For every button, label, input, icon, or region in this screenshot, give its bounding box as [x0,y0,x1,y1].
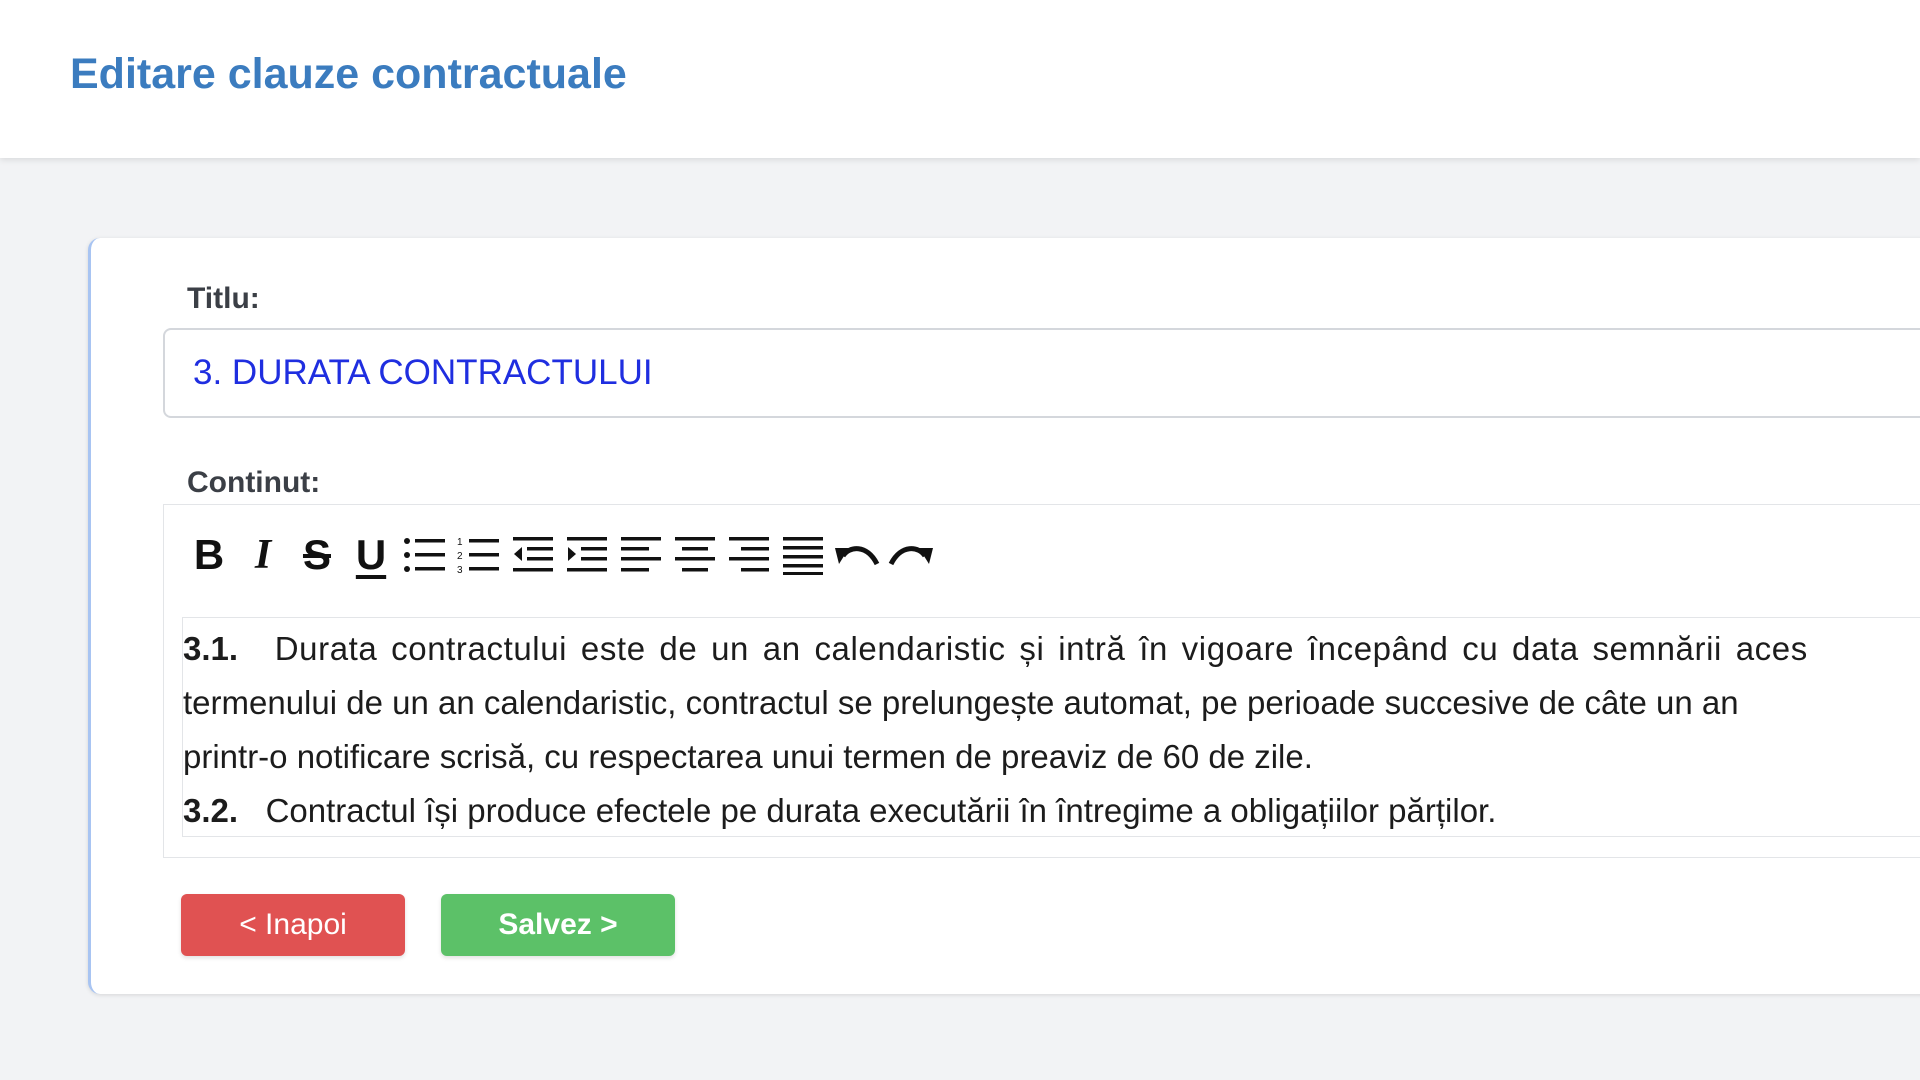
undo-button[interactable] [830,527,884,583]
indent-icon [567,537,607,572]
align-justify-icon [783,537,823,575]
page-title: Editare clauze contractuale [70,50,627,98]
clause-text: printr-o notificare scrisă, cu respectar… [183,738,1313,775]
outdent-icon [513,537,553,572]
strikethrough-button[interactable]: S [290,527,344,583]
back-button[interactable]: < Inapoi [181,894,405,956]
strikethrough-icon: S [302,531,331,578]
clause-text: Contractul își produce efectele pe durat… [265,792,1497,829]
underline-icon: U [355,531,387,578]
save-button[interactable]: Salvez > [441,894,675,956]
numbered-list-button[interactable]: 1 2 3 [452,527,506,583]
undo-icon [835,546,880,566]
italic-button[interactable]: I [236,527,290,583]
bold-icon: B [193,531,225,578]
editor-toolbar: B I S U 1 2 3 [182,527,938,583]
svg-text:1: 1 [457,537,463,548]
content-label: Continut: [187,466,321,499]
align-center-icon [675,537,715,572]
title-label: Titlu: [187,282,260,315]
clause-number: 3.2. [183,792,239,829]
bold-button[interactable]: B [182,527,236,583]
redo-icon [888,546,933,566]
italic-icon: I [254,532,272,578]
editor-line: printr-o notificare scrisă, cu respectar… [183,730,1920,784]
align-justify-button[interactable] [776,527,830,583]
page-header: Editare clauze contractuale [0,0,1920,158]
clause-text: termenului de un an calendaristic, contr… [183,684,1739,721]
align-left-button[interactable] [614,527,668,583]
editor-line: termenului de un an calendaristic, contr… [183,676,1920,730]
indent-button[interactable] [560,527,614,583]
align-left-icon [621,537,661,572]
clause-number: 3.1. [183,630,239,667]
align-right-button[interactable] [722,527,776,583]
svg-text:2: 2 [457,551,463,562]
numbered-list-icon: 1 2 3 [457,537,499,575]
editor-line: 3.1. Durata contractului este de un an c… [183,622,1920,676]
bullet-list-icon [404,538,445,572]
svg-text:3: 3 [457,565,463,575]
underline-button[interactable]: U [344,527,398,583]
align-center-button[interactable] [668,527,722,583]
rich-text-editor: B I S U 1 2 3 3.1. Durata contractului e… [163,504,1920,858]
title-input[interactable] [163,328,1920,418]
bullet-list-button[interactable] [398,527,452,583]
editor-line: 3.2. Contractul își produce efectele pe … [183,784,1920,836]
edit-form-card: Titlu: Continut: B I S U [88,238,1920,994]
align-right-icon [729,537,769,572]
editor-content-area[interactable]: 3.1. Durata contractului este de un an c… [182,617,1920,837]
outdent-button[interactable] [506,527,560,583]
redo-button[interactable] [884,527,938,583]
clause-text: Durata contractului este de un an calend… [274,630,1808,667]
